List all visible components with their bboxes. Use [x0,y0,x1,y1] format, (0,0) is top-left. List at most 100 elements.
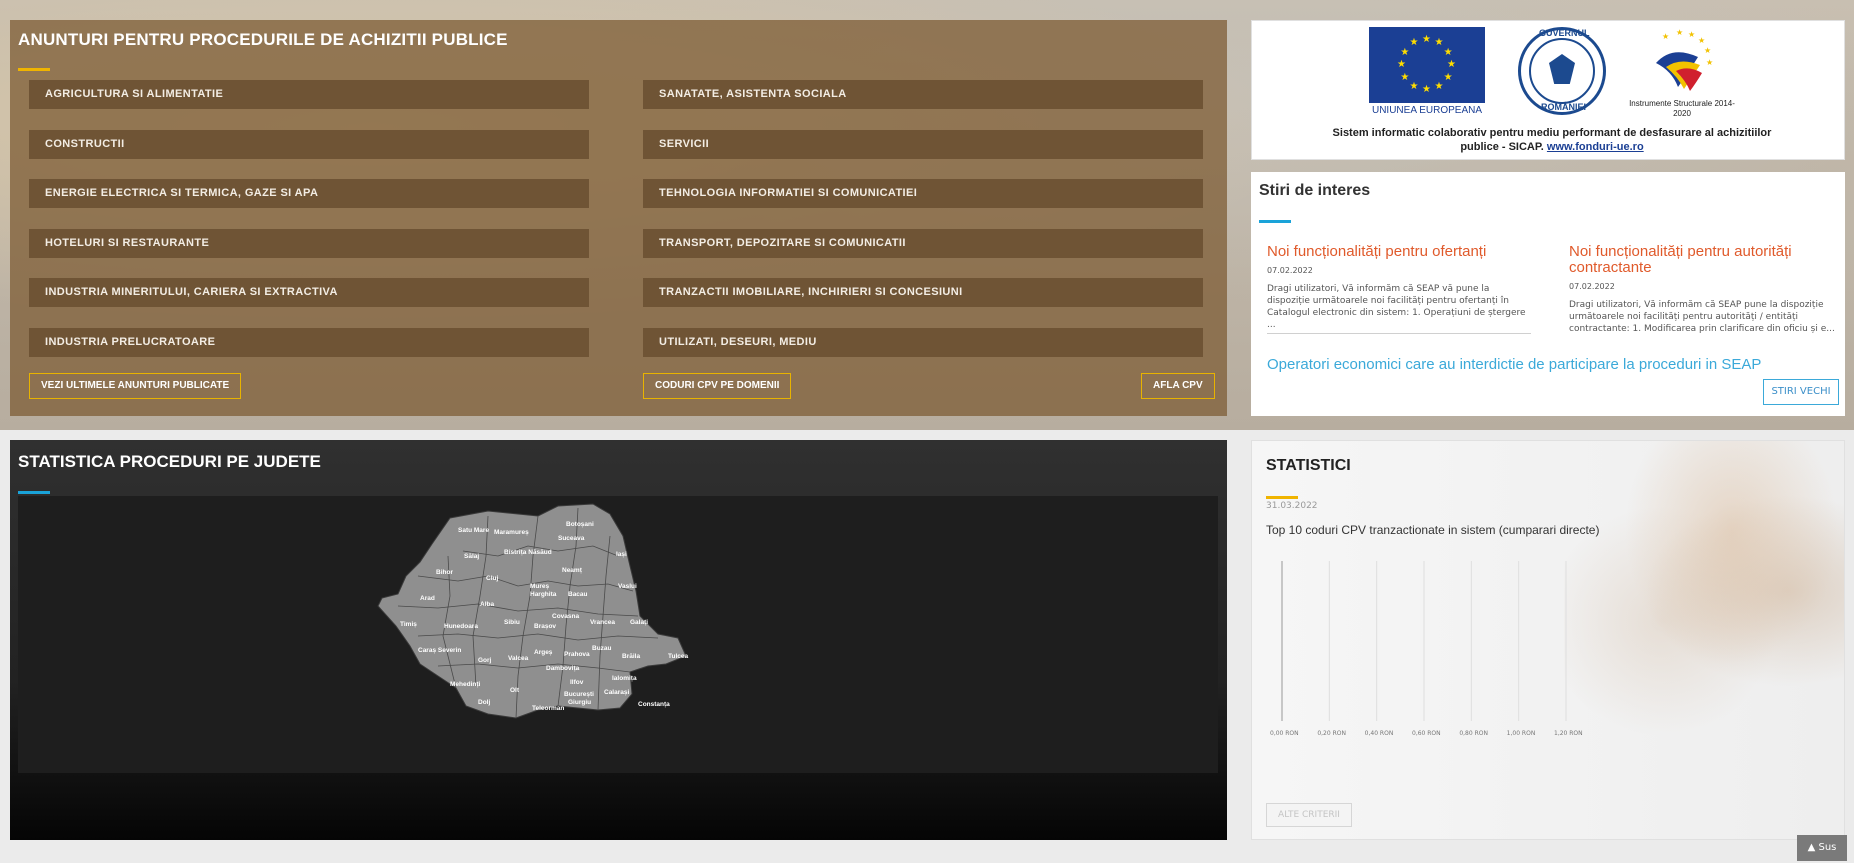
county-label[interactable]: Timiș [400,621,417,628]
news-item-date: 07.02.2022 [1569,282,1615,291]
eu-star-icon: ★ [1409,37,1419,49]
county-label[interactable]: Cluj [486,575,498,582]
news-item[interactable]: Noi funcționalități pentru ofertanți 07.… [1267,244,1531,334]
news-item-heading[interactable]: Noi funcționalități pentru autorități co… [1569,244,1839,276]
county-label[interactable]: Galați [630,619,648,626]
category-button[interactable]: INDUSTRIA PRELUCRATOARE [29,328,589,357]
svg-text:★: ★ [1706,58,1713,67]
category-button[interactable]: CONSTRUCTII [29,130,589,159]
find-cpv-button[interactable]: AFLA CPV [1141,373,1215,399]
county-label[interactable]: Covasna [552,613,579,620]
category-button[interactable]: UTILIZATI, DESEURI, MEDIU [643,328,1203,357]
category-button[interactable]: TRANZACTII IMOBILIARE, INCHIRIERI SI CON… [643,278,1203,307]
county-label[interactable]: Brăila [622,653,640,660]
category-button[interactable]: TRANSPORT, DEPOZITARE SI COMUNICATII [643,229,1203,258]
other-criteria-button[interactable]: ALTE CRITERII [1266,803,1352,827]
category-button[interactable]: TEHNOLOGIA INFORMATIEI SI COMUNICATIEI [643,179,1203,208]
county-label[interactable]: Olt [510,687,520,694]
stats-date: 31.03.2022 [1266,501,1318,511]
structural-instruments-label: Instrumente Structurale 2014-2020 [1629,99,1735,118]
county-label[interactable]: Constanța [638,701,670,708]
county-label[interactable]: Hunedoara [444,623,478,630]
county-label[interactable]: Tulcea [668,653,688,660]
announcements-title: ANUNTURI PENTRU PROCEDURILE DE ACHIZITII… [18,30,508,49]
back-to-top-button[interactable]: ▲ Sus [1797,835,1847,861]
sicap-description: Sistem informatic colaborativ pentru med… [1332,126,1772,154]
county-label[interactable]: Caraș Severin [418,647,461,654]
county-label[interactable]: Iași [616,551,627,558]
news-item-text: Dragi utilizatori, Vă informăm că SEAP p… [1569,300,1835,334]
county-label[interactable]: Mureș [530,583,550,590]
banned-operators-link[interactable]: Operatori economici care au interdictie … [1267,356,1761,373]
category-button[interactable]: INDUSTRIA MINERITULUI, CARIERA SI EXTRAC… [29,278,589,307]
eu-star-icon: ★ [1447,59,1456,70]
news-item[interactable]: Noi funcționalități pentru autorități co… [1569,244,1839,335]
county-label[interactable]: Mehedinți [450,681,481,688]
county-label[interactable]: Teleorman [532,705,564,712]
county-label[interactable]: Ialomița [612,675,637,682]
county-label[interactable]: Botoșani [566,521,594,528]
county-label[interactable]: București [564,691,594,698]
chart-x-tick-label: 0,00 RON [1270,730,1299,737]
county-label[interactable]: Valcea [508,655,529,662]
county-label[interactable]: Calarași [604,689,629,696]
eu-star-icon: ★ [1434,80,1444,92]
county-label[interactable]: Sălaj [464,553,479,560]
news-item-divider [1267,333,1531,334]
stats-title: STATISTICI [1266,457,1351,474]
latest-announcements-button[interactable]: VEZI ULTIMELE ANUNTURI PUBLICATE [29,373,242,399]
county-label[interactable]: Maramureș [494,529,529,536]
county-label[interactable]: Bihor [436,569,453,576]
county-label[interactable]: Alba [480,601,494,608]
county-label[interactable]: Ilfov [570,679,584,686]
county-label[interactable]: Buzau [592,645,612,652]
eu-star-icon: ★ [1422,34,1431,45]
county-label[interactable]: Sibiu [504,619,520,626]
county-label[interactable]: Suceava [558,535,585,542]
category-button[interactable]: SERVICII [643,130,1203,159]
county-label[interactable]: Prahova [564,651,590,658]
category-button[interactable]: AGRICULTURA SI ALIMENTATIE [29,80,589,109]
news-item-heading[interactable]: Noi funcționalități pentru ofertanți [1267,244,1531,260]
county-label[interactable]: Argeș [534,649,553,656]
county-label[interactable]: Dambovița [546,665,580,672]
category-button[interactable]: SANATATE, ASISTENTA SOCIALA [643,80,1203,109]
stats-background-photo [1564,441,1844,741]
map-title: STATISTICA PROCEDURI PE JUDETE [18,452,321,471]
county-label[interactable]: Satu Mare [458,527,489,534]
romania-outline[interactable] [377,503,687,719]
map-accent-bar [18,491,50,494]
county-label[interactable]: Giurgiu [568,699,591,706]
county-label[interactable]: Harghita [530,591,557,598]
fonduri-ue-link[interactable]: www.fonduri-ue.ro [1547,141,1644,153]
chart-x-tick-label: 1,00 RON [1507,730,1536,737]
county-label[interactable]: Bistrița Năsăud [504,549,552,556]
chart-x-tick-label: 0,60 RON [1412,730,1441,737]
eu-star-icon: ★ [1443,71,1453,83]
eu-label: UNIUNEA EUROPEANA [1371,105,1483,116]
stats-subtitle: Top 10 coduri CPV tranzactionate in sist… [1266,523,1600,537]
news-panel: Stiri de interes Noi funcționalități pen… [1251,172,1845,416]
chart-x-tick-label: 0,40 RON [1365,730,1394,737]
county-label[interactable]: Gorj [478,657,492,664]
structural-instruments-logo-icon: ★ ★★ ★★★ [1656,28,1713,91]
county-label[interactable]: Brașov [534,623,556,630]
back-to-top-label: Sus [1818,842,1837,853]
county-label[interactable]: Vaslui [618,583,637,590]
county-label[interactable]: Arad [420,595,435,602]
cpv-domains-button[interactable]: CODURI CPV PE DOMENII [643,373,792,399]
chart-x-tick-label: 1,20 RON [1554,730,1583,737]
category-button[interactable]: ENERGIE ELECTRICA SI TERMICA, GAZE SI AP… [29,179,589,208]
old-news-button[interactable]: STIRI VECHI [1763,379,1839,405]
svg-text:★: ★ [1688,30,1695,39]
gov-seal-text-bottom: ROMÂNIEI [1541,102,1586,112]
category-button[interactable]: HOTELURI SI RESTAURANTE [29,229,589,258]
county-label[interactable]: Neamț [562,567,583,574]
county-label[interactable]: Vrancea [590,619,615,626]
county-label[interactable]: Bacau [568,591,588,598]
eu-funding-panel: ★ ★ ★ ★ ★ ★ ★ ★ ★ ★ ★ ★ UNIUNEA EUROPEANA GUVERNUL … [1251,20,1845,160]
svg-text:★: ★ [1662,32,1669,41]
eu-star-icon: ★ [1409,80,1419,92]
county-label[interactable]: Dolj [478,699,490,706]
svg-text:★: ★ [1676,28,1683,37]
